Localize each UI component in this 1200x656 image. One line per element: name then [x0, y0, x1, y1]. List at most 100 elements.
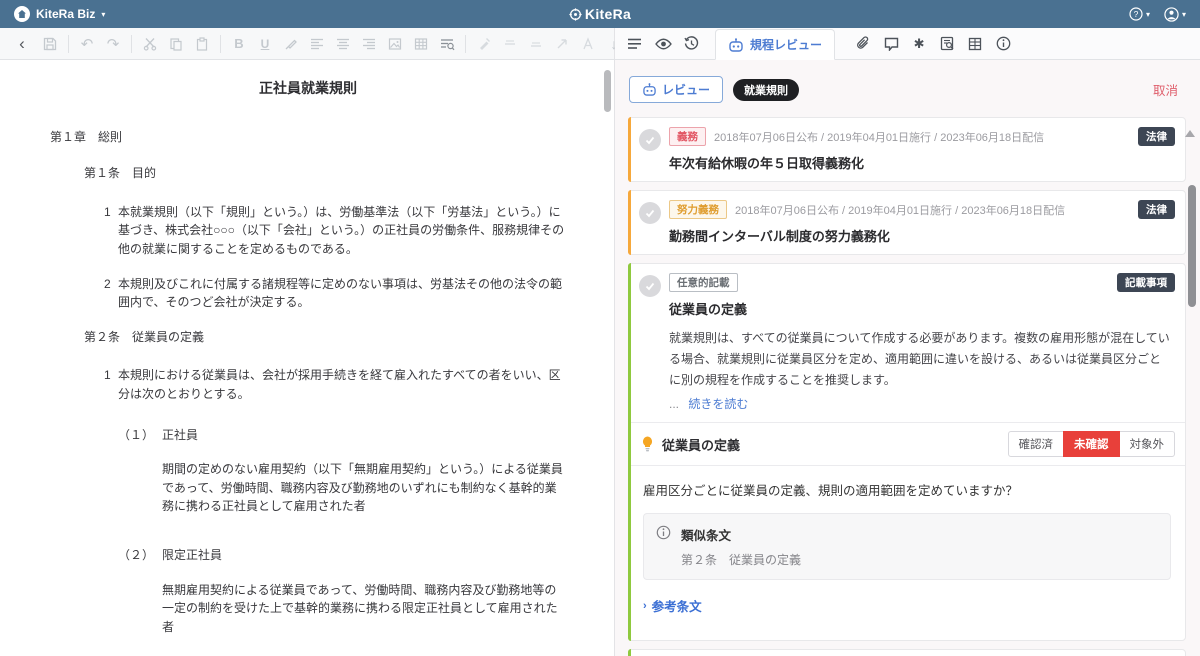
level-badge: 義務 — [669, 127, 706, 146]
question-section: 従業員の定義 確認済 未確認 対象外 雇用区分ごとに従業員の定義、規則の適用範囲… — [629, 422, 1185, 631]
paragraph: 2 本規則及びこれに付属する諸規程等に定めのない事項は、労基法その他の法令の範囲… — [104, 275, 566, 312]
similar-article-ref[interactable]: 第２条 従業員の定義 — [681, 551, 1158, 568]
copy-icon[interactable] — [164, 32, 188, 56]
chevron-right-icon: › — [643, 600, 647, 612]
status-excluded-button[interactable]: 対象外 — [1119, 431, 1176, 457]
redo-icon[interactable]: ↷ — [101, 32, 125, 56]
subscript-icon[interactable] — [524, 32, 548, 56]
undo-icon[interactable]: ↶ — [75, 32, 99, 56]
card-title: 年次有給休暇の年５日取得義務化 — [669, 153, 1175, 172]
side-panel-tabbar: 規程レビュー ✱ — [615, 28, 1200, 59]
bold-icon[interactable]: B — [227, 32, 251, 56]
review-card[interactable]: 努力義務 2018年07月06日公布 / 2019年04月01日施行 / 202… — [628, 190, 1186, 255]
history-icon[interactable] — [677, 28, 705, 59]
highlighter-icon[interactable] — [279, 32, 303, 56]
similar-articles-box: 類似条文 第２条 従業員の定義 — [643, 513, 1171, 580]
underline-icon[interactable]: U — [253, 32, 277, 56]
item-heading: （１） 正社員 — [118, 426, 566, 445]
info-icon[interactable] — [989, 28, 1017, 59]
review-button-label: レビュー — [662, 81, 710, 98]
review-button[interactable]: レビュー — [629, 76, 723, 103]
document-body[interactable]: 正社員就業規則 第１章総則 第１条目的 1 本就業規則（以下「規則」という。）は… — [0, 60, 614, 656]
info-icon — [656, 525, 671, 540]
cut-icon[interactable] — [138, 32, 162, 56]
scrollbar-up-arrow[interactable] — [1185, 130, 1195, 137]
doc-search-icon[interactable] — [933, 28, 961, 59]
review-header: レビュー 就業規則 取消 — [615, 60, 1200, 115]
check-circle-icon[interactable] — [639, 275, 661, 297]
level-badge: 努力義務 — [669, 200, 727, 219]
status-button-group: 確認済 未確認 対象外 — [1008, 431, 1176, 457]
comparison-table-icon[interactable] — [961, 28, 989, 59]
svg-text:?: ? — [1134, 9, 1139, 19]
strikethrough-icon[interactable] — [498, 32, 522, 56]
tab-regulation-review-label: 規程レビュー — [750, 36, 822, 53]
preview-eye-icon[interactable] — [649, 28, 677, 59]
image-icon[interactable] — [383, 32, 407, 56]
check-circle-icon[interactable] — [639, 202, 661, 224]
level-badge: 任意的記載 — [669, 273, 738, 292]
status-confirmed-button[interactable]: 確認済 — [1008, 431, 1065, 457]
comment-icon[interactable] — [877, 28, 905, 59]
text-style-icon[interactable] — [576, 32, 600, 56]
category-tag: 法律 — [1138, 200, 1175, 219]
item-body: 期間の定めのない雇用契約（以下「無期雇用契約」という。）による従業員であって、労… — [162, 460, 566, 516]
document-pane[interactable]: 正社員就業規則 第１章総則 第１条目的 1 本就業規則（以下「規則」という。）は… — [0, 60, 615, 656]
back-button[interactable]: ‹ — [10, 32, 34, 56]
review-card[interactable]: 義務 2018年07月06日公布 / 2019年04月01日施行 / 2023年… — [628, 117, 1186, 182]
find-replace-icon[interactable] — [435, 32, 459, 56]
cancel-link[interactable]: 取消 — [1153, 80, 1178, 99]
similar-articles-title: 類似条文 — [681, 525, 1158, 544]
kitera-home-icon — [14, 6, 30, 22]
card-description: 就業規則は、すべての従業員について作成する必要があります。複数の雇用形態が混在し… — [669, 328, 1175, 391]
chevron-down-icon: ▾ — [101, 10, 105, 19]
status-unconfirmed-button[interactable]: 未確認 — [1063, 431, 1120, 457]
question-title: 従業員の定義 — [662, 435, 740, 454]
review-scrollbar[interactable] — [1188, 185, 1196, 307]
table-icon[interactable] — [409, 32, 433, 56]
paragraph: 1 本規則における従業員は、会社が採用手続きを経て雇入れたすべての者をいい、区分… — [104, 366, 566, 403]
robot-icon — [642, 83, 657, 96]
paragraph: 1 本就業規則（以下「規則」という。）は、労働基準法（以下「労基法」という。）に… — [104, 203, 566, 259]
app-menu[interactable]: KiteRa Biz ▾ — [14, 6, 105, 22]
category-tag: 記載事項 — [1117, 273, 1175, 292]
paperclip-icon[interactable] — [849, 28, 877, 59]
card-title: 勤務間インターバル制度の努力義務化 — [669, 226, 1175, 245]
insert-link-icon[interactable] — [550, 32, 574, 56]
asterisk-icon[interactable]: ✱ — [905, 28, 933, 59]
kitera-mark-icon — [569, 8, 582, 21]
item-heading: （２） 限定正社員 — [118, 546, 566, 565]
index-list-icon[interactable] — [621, 28, 649, 59]
brand-label: KiteRa — [585, 6, 631, 22]
top-bar: KiteRa Biz ▾ KiteRa ? ▾ ▾ — [0, 0, 1200, 28]
avatar-icon — [1164, 7, 1179, 22]
help-menu[interactable]: ? ▾ — [1129, 7, 1150, 21]
document-title: 正社員就業規則 — [50, 78, 566, 100]
review-list: 義務 2018年07月06日公布 / 2019年04月01日施行 / 2023年… — [615, 115, 1200, 656]
document-toolbar: ‹ ↶ ↷ B U — [0, 28, 615, 59]
account-menu[interactable]: ▾ — [1164, 7, 1186, 22]
ellipsis: ... — [669, 397, 679, 411]
card-dates: 2018年07月06日公布 / 2019年04月01日施行 / 2023年06月… — [735, 202, 1065, 218]
save-icon[interactable] — [38, 32, 62, 56]
align-left-icon[interactable] — [305, 32, 329, 56]
card-title: 従業員の定義 — [669, 299, 1175, 318]
article-heading: 第２条従業員の定義 — [84, 328, 566, 347]
paste-icon[interactable] — [190, 32, 214, 56]
reference-articles-link[interactable]: › 参考条文 — [643, 596, 1171, 615]
align-center-icon[interactable] — [331, 32, 355, 56]
question-text: 雇用区分ごとに従業員の定義、規則の適用範囲を定めていますか？ — [643, 480, 1171, 499]
review-card-expanded[interactable]: 任意的記載 記載事項 従業員の定義 就業規則は、すべての従業員について作成する必… — [628, 263, 1186, 641]
document-scrollbar[interactable] — [604, 70, 611, 112]
app-menu-label: KiteRa Biz — [36, 7, 95, 21]
read-more-link[interactable]: 続きを読む — [688, 397, 748, 411]
tab-regulation-review[interactable]: 規程レビュー — [715, 29, 835, 60]
chevron-down-icon: ▾ — [1146, 10, 1150, 19]
item-body: 無期雇用契約による従業員であって、労働時間、職務内容及び勤務地等の一定の制約を受… — [162, 581, 566, 637]
check-circle-icon[interactable] — [639, 129, 661, 151]
chapter-heading: 第１章総則 — [50, 128, 566, 147]
review-card[interactable]: 任意的記載 記載事項 労働条件の明示 — [628, 649, 1186, 656]
card-dates: 2018年07月06日公布 / 2019年04月01日施行 / 2023年06月… — [714, 129, 1044, 145]
format-paint-icon[interactable] — [472, 32, 496, 56]
align-right-icon[interactable] — [357, 32, 381, 56]
